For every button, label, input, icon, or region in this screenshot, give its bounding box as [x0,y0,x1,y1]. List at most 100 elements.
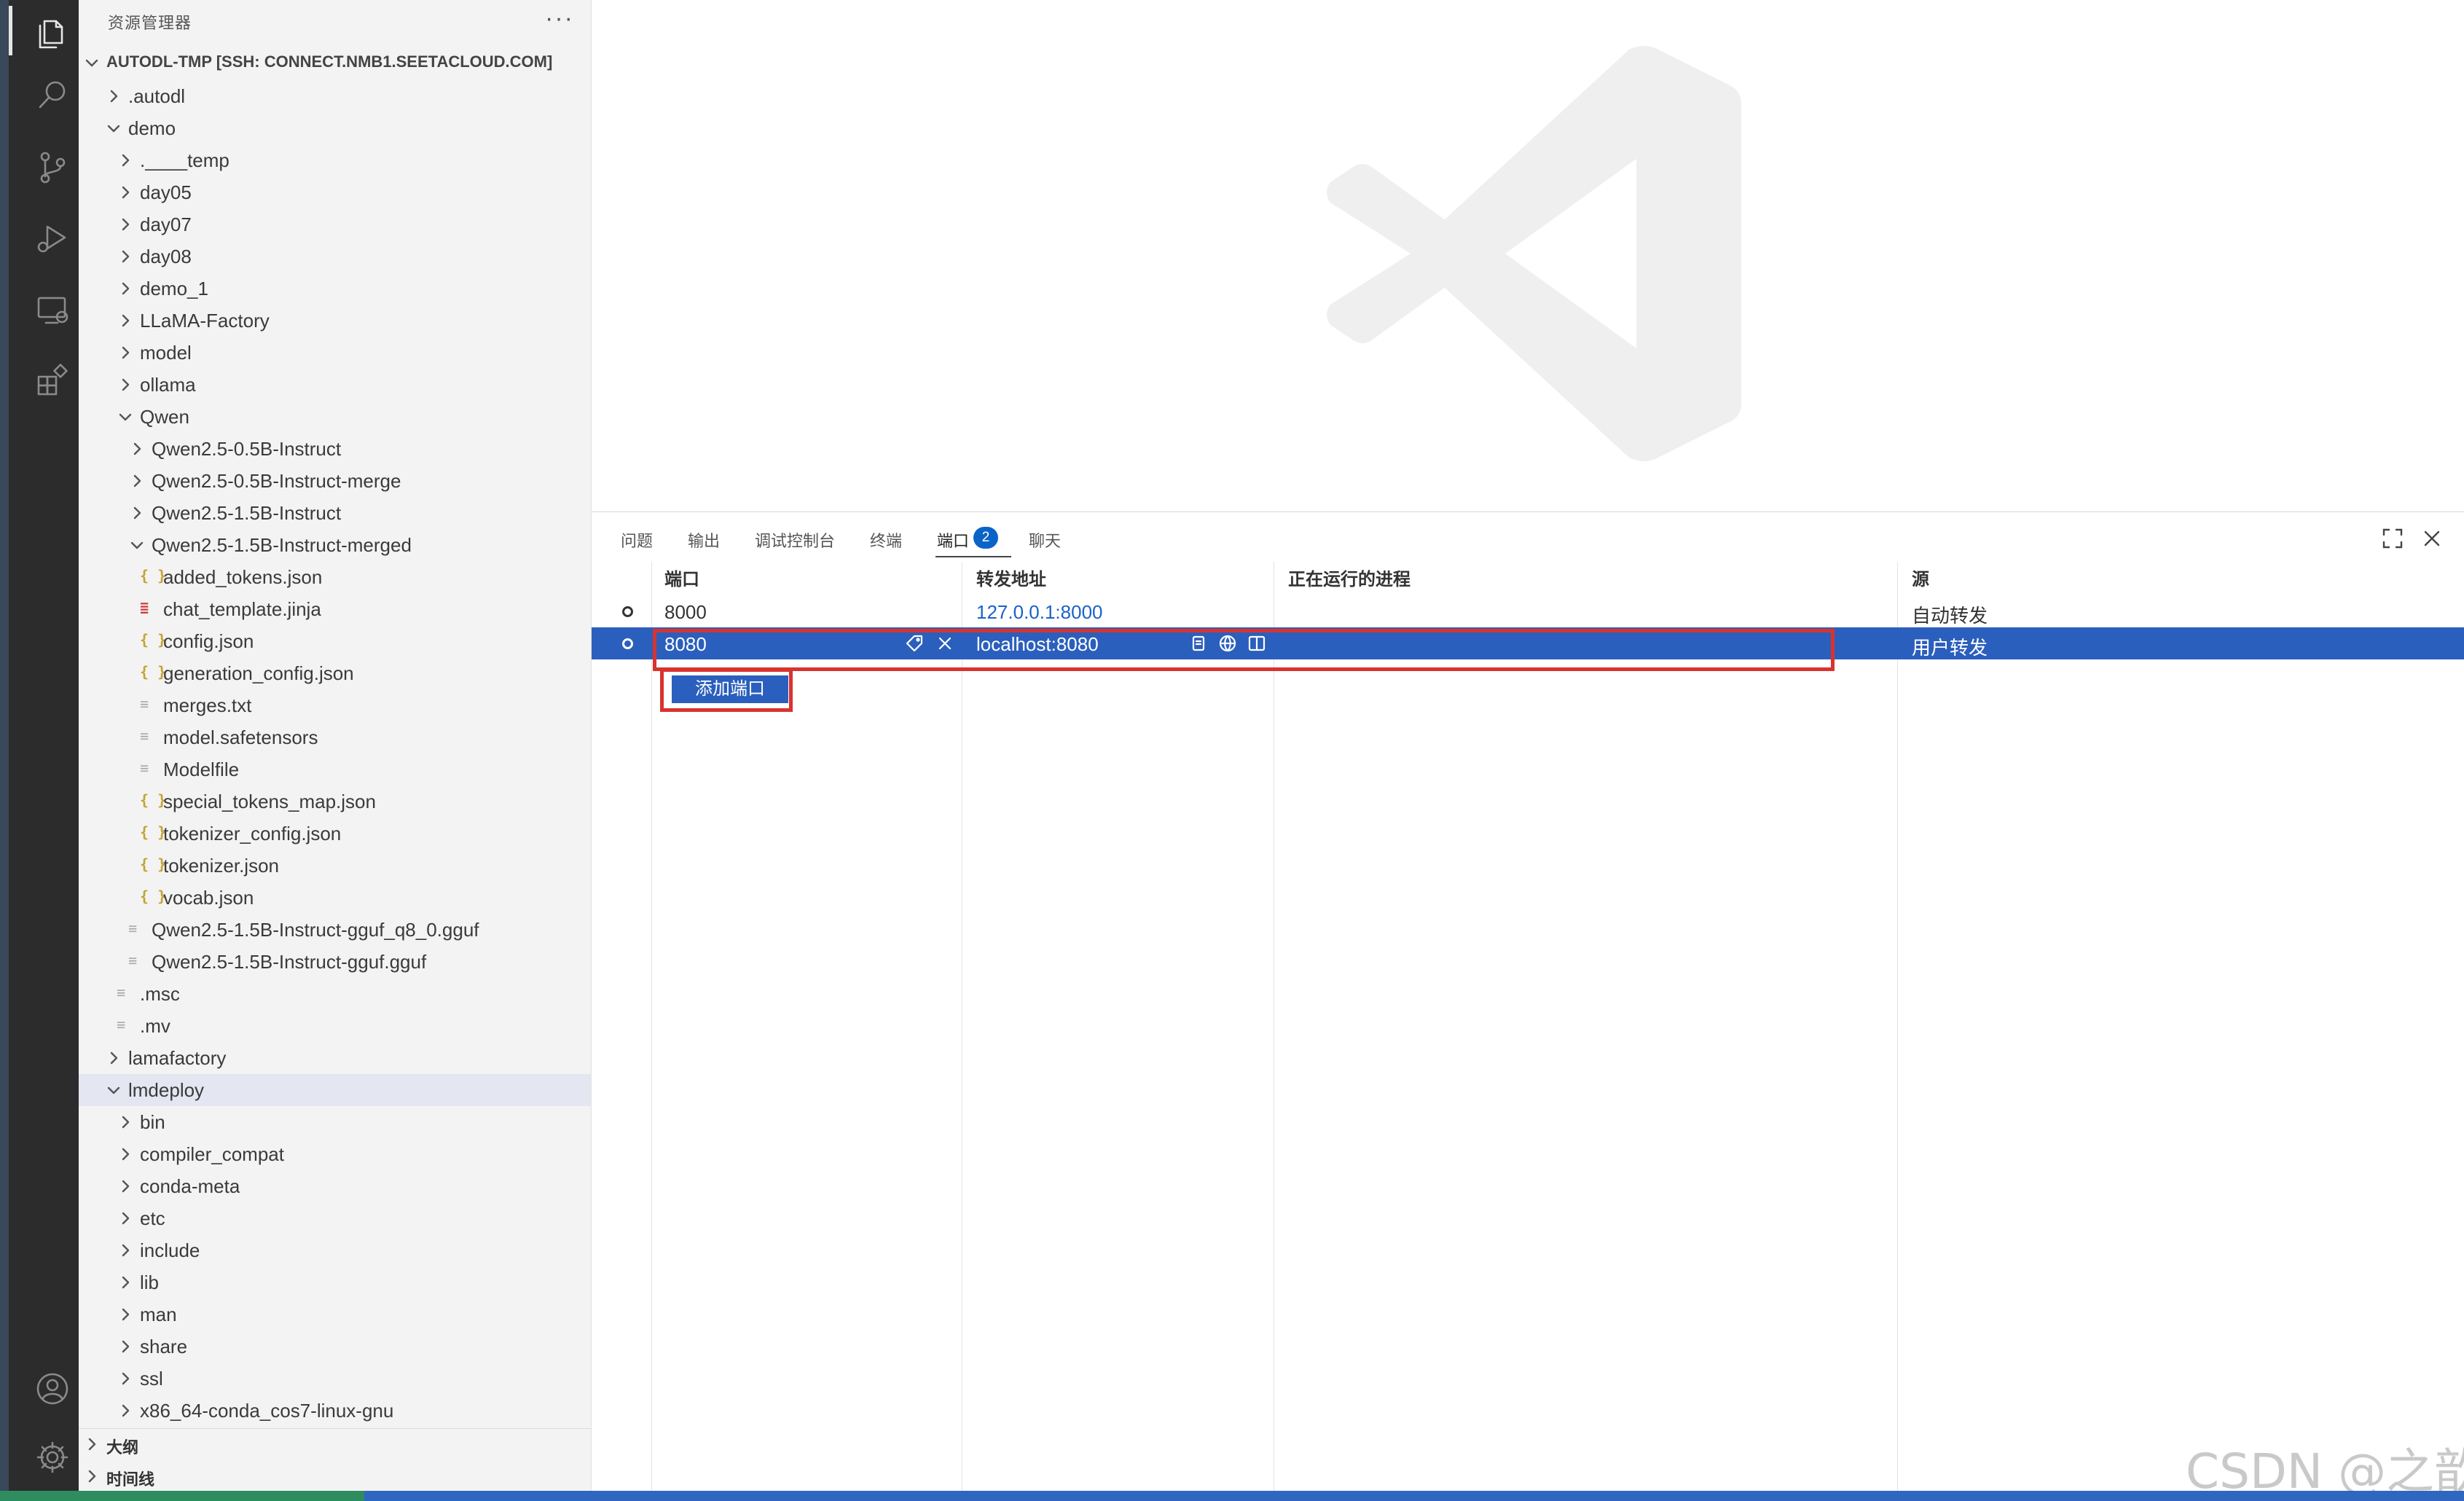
remote-indicator[interactable] [0,1491,364,1501]
tree-folder[interactable]: demo [79,112,591,144]
chevron-right-icon [118,345,133,360]
tree-item-label: day05 [140,181,192,203]
tree-folder[interactable]: demo_1 [79,273,591,305]
search-icon[interactable] [17,60,87,130]
workspace-root-label: AUTODL-TMP [SSH: CONNECT.NMB1.SEETACLOUD… [106,52,553,71]
close-panel-icon[interactable] [2420,527,2447,553]
tree-folder[interactable]: bin [79,1106,591,1138]
tree-item-label: LLaMA-Factory [140,310,270,332]
tree-file[interactable]: { } tokenizer.json [79,850,591,882]
chevron-right-icon [118,1339,133,1354]
workspace-root[interactable]: AUTODL-TMP [SSH: CONNECT.NMB1.SEETACLOUD… [79,48,591,80]
json-file-icon: { } [140,823,167,841]
tree-folder[interactable]: ssl [79,1363,591,1395]
tree-file[interactable]: { } vocab.json [79,882,591,914]
tree-folder[interactable]: ollama [79,369,591,401]
tree-item-label: day07 [140,213,192,235]
tree-file[interactable]: ≡ merges.txt [79,689,591,721]
tab-terminal[interactable]: 终端 [870,528,902,552]
forwarded-address-link[interactable]: 127.0.0.1:8000 [976,601,1103,624]
tree-folder[interactable]: day07 [79,208,591,240]
active-tab-indicator [935,556,1011,557]
column-header-forwarded-address[interactable]: 转发地址 [976,565,1046,590]
tree-item-label: conda-meta [140,1175,240,1197]
tree-folder[interactable]: include [79,1234,591,1266]
timeline-section[interactable]: 时间线 [79,1461,591,1491]
tree-file[interactable]: ≡ model.safetensors [79,721,591,753]
tab-debug-console[interactable]: 调试控制台 [755,528,835,552]
chevron-right-icon [130,442,144,456]
tree-file[interactable]: ≡ .msc [79,978,591,1010]
column-header-port[interactable]: 端口 [664,565,699,590]
run-debug-icon[interactable] [17,203,87,273]
explorer-icon[interactable] [9,0,87,66]
tab-output[interactable]: 输出 [688,528,720,552]
text-file-icon: ≡ [117,1016,126,1033]
settings-gear-icon[interactable] [17,1422,87,1492]
source-control-icon[interactable] [17,133,87,203]
tree-item-label: .msc [140,983,180,1005]
tree-file[interactable]: ≡ Qwen2.5-1.5B-Instruct-gguf.gguf [79,946,591,978]
more-actions-button[interactable]: ··· [545,4,574,33]
ports-count-badge: 2 [973,527,998,549]
tree-folder[interactable]: day05 [79,176,591,208]
tree-folder[interactable]: man [79,1298,591,1330]
tree-folder[interactable]: LLaMA-Factory [79,305,591,337]
tree-folder[interactable]: model [79,337,591,369]
explorer-title: 资源管理器 [108,14,192,32]
tree-folder[interactable]: lib [79,1266,591,1298]
tree-file[interactable]: ≣ chat_template.jinja [79,593,591,625]
tree-folder[interactable]: Qwen2.5-0.5B-Instruct [79,433,591,465]
json-file-icon: { } [140,567,167,584]
tree-file[interactable]: ≡ .mv [79,1010,591,1042]
tree-file[interactable]: { } added_tokens.json [79,561,591,593]
tree-folder[interactable]: day08 [79,240,591,273]
tree-folder[interactable]: x86_64-conda_cos7-linux-gnu [79,1395,591,1427]
chevron-right-icon [118,1307,133,1322]
vscode-logo-watermark [1327,46,1741,461]
tree-file[interactable]: ≡ Modelfile [79,753,591,785]
column-header-origin[interactable]: 源 [1912,565,1929,590]
tree-file[interactable]: { } tokenizer_config.json [79,818,591,850]
tree-item-label: lmdeploy [128,1079,205,1101]
outline-label: 大纲 [106,1438,139,1457]
tree-folder[interactable]: Qwen2.5-1.5B-Instruct-merged [79,529,591,561]
outline-section[interactable]: 大纲 [79,1429,591,1459]
tree-item-label: Modelfile [163,759,240,780]
table-row[interactable]: 8000 127.0.0.1:8000 自动转发 [592,595,2464,627]
jinja-file-icon: ≣ [140,599,149,616]
extensions-icon[interactable] [17,345,87,415]
account-icon[interactable] [17,1354,87,1424]
tree-folder[interactable]: .autodl [79,80,591,112]
text-file-icon: ≡ [128,920,138,937]
tree-item-label: bin [140,1111,165,1133]
tree-file[interactable]: { } special_tokens_map.json [79,785,591,818]
tree-folder[interactable]: etc [79,1202,591,1234]
chevron-right-icon [118,1371,133,1386]
remote-explorer-icon[interactable] [17,275,87,345]
maximize-panel-icon[interactable] [2381,527,2407,553]
chevron-right-icon [118,1403,133,1418]
text-file-icon: ≡ [128,952,138,969]
tree-folder[interactable]: share [79,1330,591,1363]
tree-file[interactable]: { } config.json [79,625,591,657]
chevron-right-icon [118,1211,133,1226]
tab-problems[interactable]: 问题 [621,528,653,552]
tree-folder[interactable]: lamafactory [79,1042,591,1074]
tree-item-label: Qwen2.5-0.5B-Instruct-merge [152,470,401,492]
tree-item-label: merges.txt [163,694,252,716]
tab-ports[interactable]: 端口 [937,528,969,552]
tab-chat[interactable]: 聊天 [1029,528,1061,552]
tree-folder[interactable]: Qwen2.5-1.5B-Instruct [79,497,591,529]
tree-item-label: demo_1 [140,278,208,299]
timeline-label: 时间线 [106,1470,155,1489]
tree-folder[interactable]: .____temp [79,144,591,176]
tree-folder[interactable]: lmdeploy [79,1074,591,1106]
tree-file[interactable]: { } generation_config.json [79,657,591,689]
tree-folder[interactable]: compiler_compat [79,1138,591,1170]
tree-folder[interactable]: Qwen [79,401,591,433]
tree-folder[interactable]: conda-meta [79,1170,591,1202]
tree-file[interactable]: ≡ Qwen2.5-1.5B-Instruct-gguf_q8_0.gguf [79,914,591,946]
column-header-running-process[interactable]: 正在运行的进程 [1288,565,1410,590]
tree-folder[interactable]: Qwen2.5-0.5B-Instruct-merge [79,465,591,497]
